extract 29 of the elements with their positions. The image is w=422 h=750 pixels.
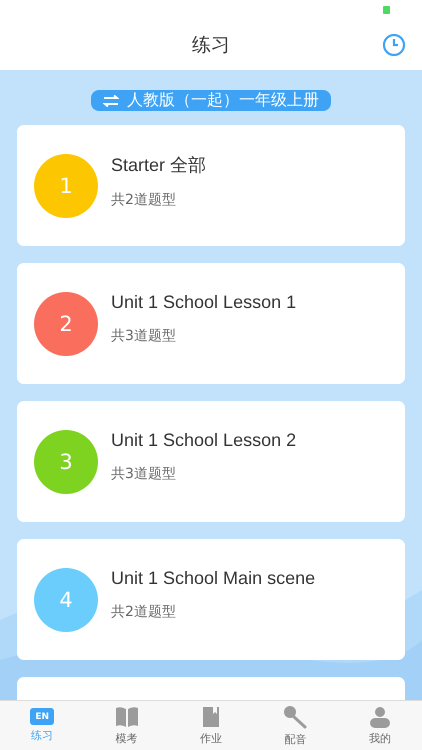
unit-title: Unit 1 School Lesson 1 [111, 292, 296, 313]
tab-item[interactable]: 配音 [253, 701, 338, 750]
unit-number: 4 [34, 568, 98, 632]
tab-item[interactable]: 模考 [84, 701, 169, 750]
unit-subtitle: 共3道题型 [111, 327, 177, 345]
unit-title: Unit 1 School Main scene [111, 568, 316, 589]
tab-item[interactable]: 作业 [168, 701, 254, 750]
unit-subtitle: 共2道题型 [111, 603, 177, 621]
tab-item[interactable]: 我的 [338, 701, 422, 750]
unit-number: 2 [34, 292, 98, 356]
unit-card[interactable]: 2 Unit 1 School Lesson 1 共3道题型 [17, 263, 405, 384]
microphone-icon [283, 704, 308, 728]
unit-subtitle: 共3道题型 [111, 465, 177, 483]
swap-icon [103, 94, 119, 106]
unit-title: Unit 1 School Lesson 2 [111, 430, 296, 451]
page-title: 练习 [192, 33, 230, 58]
battery-icon [383, 6, 390, 14]
unit-title: Starter 全部 [111, 154, 206, 176]
unit-number: 1 [34, 154, 98, 218]
unit-number: 3 [34, 430, 98, 494]
unit-card[interactable]: 4 Unit 1 School Main scene 共2道题型 [17, 539, 405, 660]
en-icon: EN [30, 708, 54, 725]
history-icon[interactable] [382, 33, 406, 57]
unit-card[interactable]: 3 Unit 1 School Lesson 2 共3道题型 [17, 401, 405, 522]
book-icon [114, 706, 139, 728]
unit-card[interactable]: 1 Starter 全部 共2道题型 [17, 125, 405, 246]
unit-subtitle: 共2道题型 [111, 190, 177, 208]
person-icon [368, 706, 391, 728]
notebook-icon [201, 706, 222, 728]
